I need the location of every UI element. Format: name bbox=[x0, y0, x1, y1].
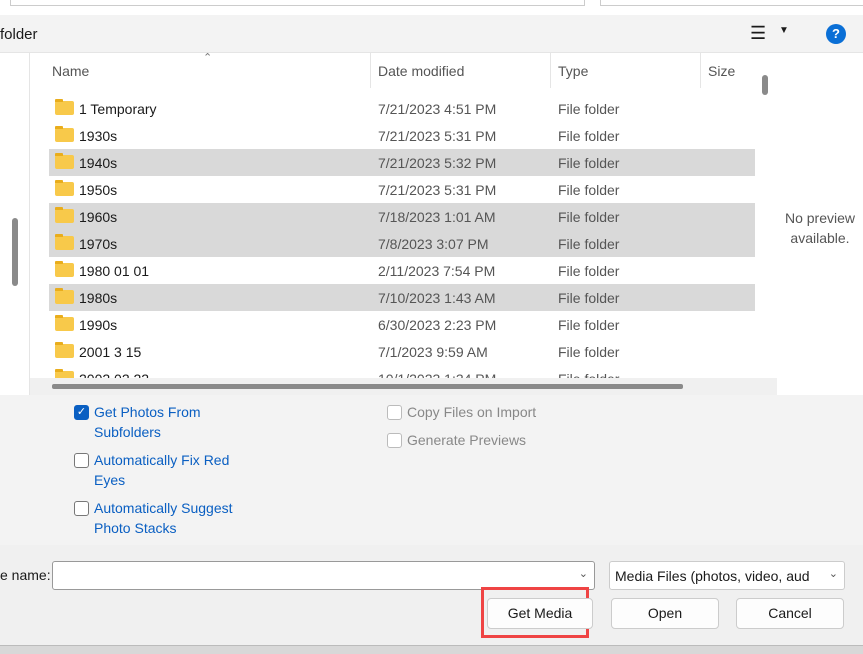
filetype-select[interactable]: Media Files (photos, video, aud ⌄ bbox=[609, 561, 845, 590]
file-type: File folder bbox=[558, 236, 620, 252]
search-box[interactable] bbox=[600, 0, 863, 6]
file-name: 2001 3 15 bbox=[79, 344, 142, 360]
file-date: 7/21/2023 4:51 PM bbox=[378, 101, 497, 117]
file-type: File folder bbox=[558, 263, 620, 279]
file-type: File folder bbox=[558, 182, 620, 198]
dialog-footer: e name: ⌄ Media Files (photos, video, au… bbox=[0, 545, 863, 645]
file-date: 7/8/2023 3:07 PM bbox=[378, 236, 489, 252]
file-date: 7/10/2023 1:43 AM bbox=[378, 290, 496, 306]
file-name: 1960s bbox=[79, 209, 118, 225]
file-row[interactable]: 1980 01 01 2/11/2023 7:54 PM File folder bbox=[49, 257, 755, 284]
folder-icon bbox=[55, 315, 74, 331]
file-type: File folder bbox=[558, 290, 620, 306]
nav-scrollbar[interactable] bbox=[12, 218, 18, 286]
file-name: 1980 01 01 bbox=[79, 263, 150, 279]
file-row[interactable]: 1950s 7/21/2023 5:31 PM File folder bbox=[49, 176, 755, 203]
file-row[interactable]: 1940s 7/21/2023 5:32 PM File folder bbox=[49, 149, 755, 176]
column-header-size[interactable]: Size bbox=[708, 63, 735, 79]
chevron-down-icon[interactable]: ⌄ bbox=[579, 567, 588, 580]
folder-icon bbox=[55, 288, 74, 304]
import-options: ✓ Get Photos From Subfolders Automatical… bbox=[0, 395, 863, 545]
fix-red-eyes-label[interactable]: Automatically Fix Red Eyes bbox=[94, 450, 244, 490]
file-type: File folder bbox=[558, 128, 620, 144]
file-date: 7/21/2023 5:31 PM bbox=[378, 128, 497, 144]
folder-icon bbox=[55, 126, 74, 142]
preview-text: No preview available. bbox=[784, 210, 856, 246]
suggest-stacks-checkbox[interactable] bbox=[74, 501, 89, 516]
file-row[interactable]: 1970s 7/8/2023 3:07 PM File folder bbox=[49, 230, 755, 257]
file-name: 1 Temporary bbox=[79, 101, 157, 117]
folder-icon bbox=[55, 207, 74, 223]
file-row[interactable]: 1960s 7/18/2023 1:01 AM File folder bbox=[49, 203, 755, 230]
list-view-icon[interactable]: ☰ bbox=[750, 23, 766, 44]
file-list[interactable]: ⌃ Name Date modified Type Size 1 Tempora… bbox=[30, 52, 777, 395]
preview-pane: No preview available. bbox=[777, 53, 863, 395]
horizontal-scrollbar-thumb[interactable] bbox=[52, 384, 683, 389]
file-row[interactable]: 1 Temporary 7/21/2023 4:51 PM File folder bbox=[49, 95, 755, 122]
chevron-down-icon: ⌄ bbox=[828, 568, 838, 580]
file-date: 7/21/2023 5:32 PM bbox=[378, 155, 497, 171]
folder-icon bbox=[55, 234, 74, 250]
folder-icon bbox=[55, 180, 74, 196]
file-row[interactable]: 1980s 7/10/2023 1:43 AM File folder bbox=[49, 284, 755, 311]
file-date: 2/11/2023 7:54 PM bbox=[378, 263, 496, 279]
file-row[interactable]: 1990s 6/30/2023 2:23 PM File folder bbox=[49, 311, 755, 338]
get-photos-subfolders-checkbox[interactable]: ✓ bbox=[74, 405, 89, 420]
address-bar[interactable] bbox=[10, 0, 585, 6]
top-bar bbox=[0, 0, 863, 15]
file-name: 1980s bbox=[79, 290, 118, 306]
fix-red-eyes-checkbox[interactable] bbox=[74, 453, 89, 468]
file-name: 1970s bbox=[79, 236, 118, 252]
copy-files-label[interactable]: Copy Files on Import bbox=[407, 402, 536, 422]
file-date: 7/1/2023 9:59 AM bbox=[378, 344, 488, 360]
folder-icon bbox=[55, 99, 74, 115]
get-photos-subfolders-label[interactable]: Get Photos From Subfolders bbox=[94, 402, 224, 442]
column-header-date[interactable]: Date modified bbox=[378, 63, 464, 79]
file-type: File folder bbox=[558, 209, 620, 225]
file-date: 7/18/2023 1:01 AM bbox=[378, 209, 496, 225]
file-type: File folder bbox=[558, 155, 620, 171]
get-media-button[interactable]: Get Media bbox=[487, 598, 593, 629]
file-name: 1950s bbox=[79, 182, 118, 198]
filename-input[interactable]: ⌄ bbox=[52, 561, 595, 590]
folder-icon bbox=[55, 261, 74, 277]
file-type: File folder bbox=[558, 344, 620, 360]
sort-ascending-icon: ⌃ bbox=[203, 52, 213, 64]
background-window bbox=[0, 645, 863, 654]
file-name: 1940s bbox=[79, 155, 118, 171]
toolbar-title: folder bbox=[0, 26, 38, 43]
folder-icon bbox=[55, 153, 74, 169]
horizontal-scrollbar[interactable] bbox=[30, 378, 777, 395]
suggest-stacks-label[interactable]: Automatically Suggest Photo Stacks bbox=[94, 498, 249, 538]
file-date: 6/30/2023 2:23 PM bbox=[378, 317, 497, 333]
vertical-scrollbar[interactable] bbox=[762, 75, 768, 95]
folder-icon bbox=[55, 342, 74, 358]
column-header-type[interactable]: Type bbox=[558, 63, 588, 79]
file-date: 7/21/2023 5:31 PM bbox=[378, 182, 497, 198]
file-type: File folder bbox=[558, 101, 620, 117]
filename-label: e name: bbox=[0, 567, 51, 583]
cancel-button[interactable]: Cancel bbox=[736, 598, 844, 629]
open-button[interactable]: Open bbox=[611, 598, 719, 629]
generate-previews-label[interactable]: Generate Previews bbox=[407, 430, 526, 450]
toolbar: folder ☰ ▼ ? bbox=[0, 15, 863, 53]
file-name: 1990s bbox=[79, 317, 118, 333]
view-dropdown-icon[interactable]: ▼ bbox=[779, 25, 789, 36]
file-type: File folder bbox=[558, 317, 620, 333]
file-name: 1930s bbox=[79, 128, 118, 144]
file-row[interactable]: 1930s 7/21/2023 5:31 PM File folder bbox=[49, 122, 755, 149]
copy-files-checkbox[interactable] bbox=[387, 405, 402, 420]
generate-previews-checkbox[interactable] bbox=[387, 433, 402, 448]
navigation-pane[interactable] bbox=[0, 53, 30, 395]
help-icon[interactable]: ? bbox=[826, 24, 846, 44]
column-header-name[interactable]: Name bbox=[52, 63, 89, 79]
file-row[interactable]: 2001 3 15 7/1/2023 9:59 AM File folder bbox=[49, 338, 755, 365]
